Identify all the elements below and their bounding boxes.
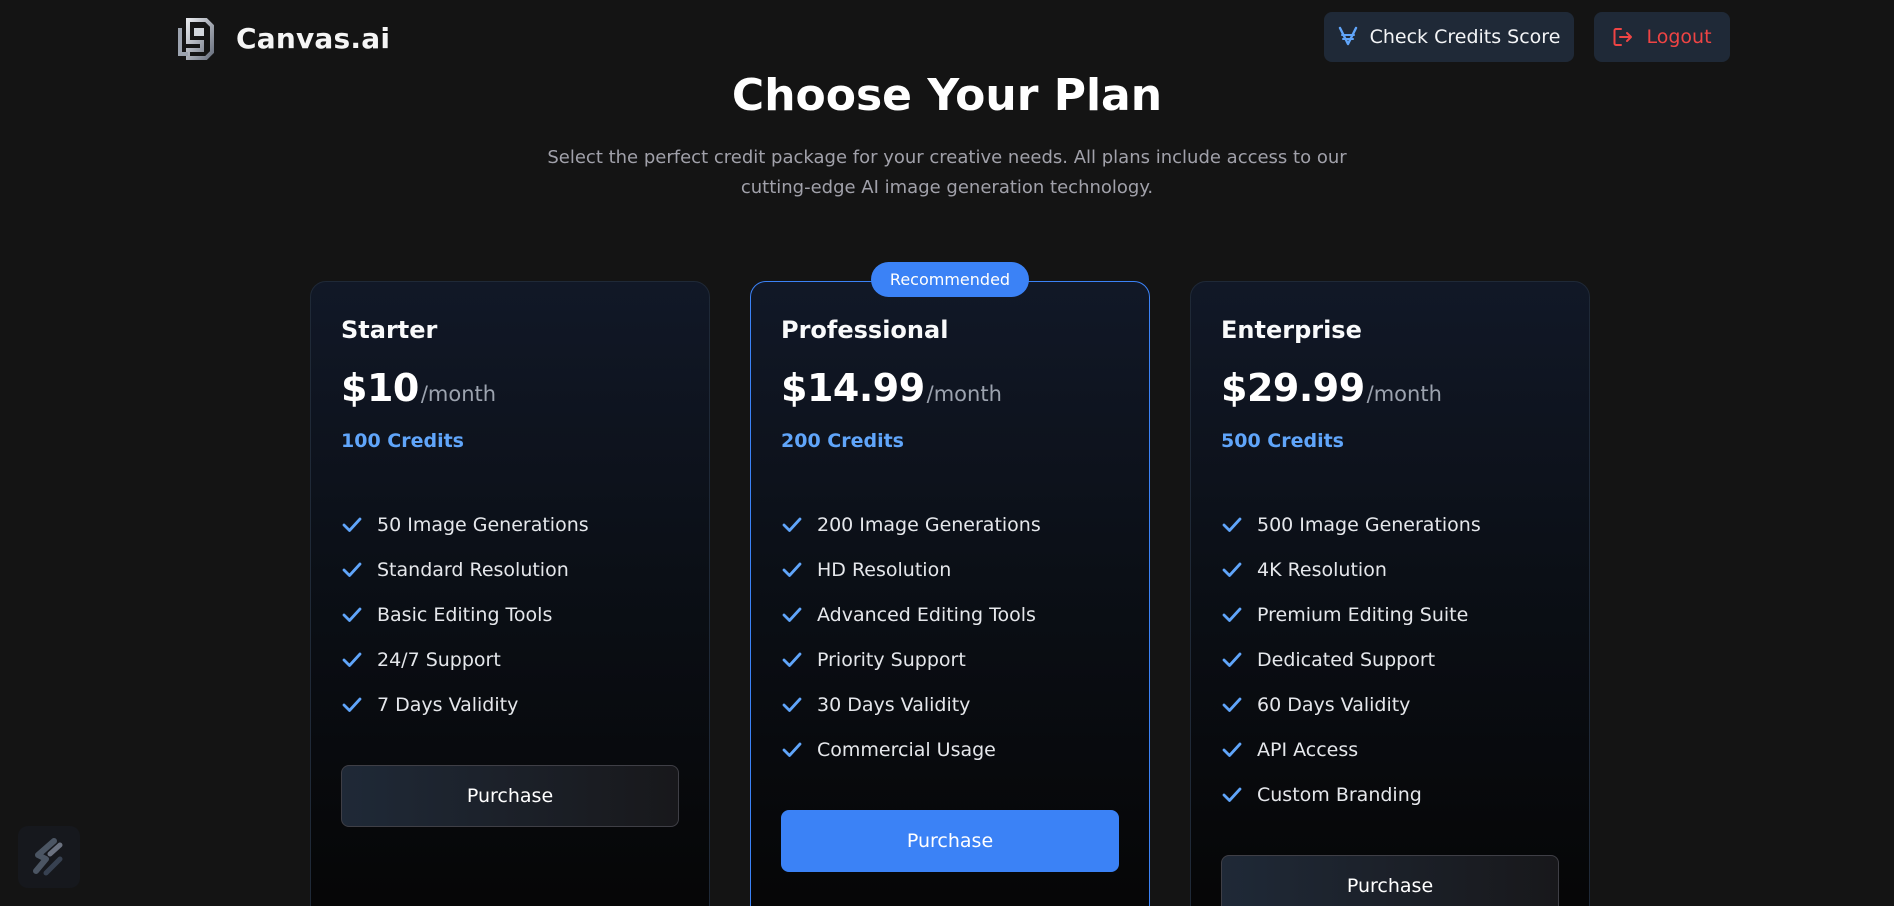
feature-item: Custom Branding [1221, 772, 1559, 817]
check-icon [1221, 559, 1243, 581]
check-credits-button[interactable]: Check Credits Score [1324, 12, 1574, 62]
plan-name: Starter [341, 316, 438, 344]
feature-item: Dedicated Support [1221, 637, 1559, 682]
feature-item: Advanced Editing Tools [781, 592, 1119, 637]
price-row: $14.99 /month [781, 366, 1119, 410]
pricing-page: Canvas.ai Check Credits Score Logout Cho… [0, 0, 1894, 906]
feature-item: 4K Resolution [1221, 547, 1559, 592]
check-icon [341, 559, 363, 581]
top-header: Canvas.ai Check Credits Score Logout [0, 0, 1894, 76]
feature-label: 30 Days Validity [817, 693, 971, 716]
logout-button[interactable]: Logout [1594, 12, 1730, 62]
brand[interactable]: Canvas.ai [174, 14, 390, 62]
feature-item: Premium Editing Suite [1221, 592, 1559, 637]
plan-name: Enterprise [1221, 316, 1362, 344]
check-icon [341, 514, 363, 536]
feature-item: 7 Days Validity [341, 682, 679, 727]
check-icon [1221, 514, 1243, 536]
feature-item: Standard Resolution [341, 547, 679, 592]
logout-icon [1612, 26, 1634, 48]
page-title: Choose Your Plan [731, 70, 1163, 121]
brand-name: Canvas.ai [236, 21, 391, 55]
feature-item: Commercial Usage [781, 727, 1119, 772]
check-icon [781, 559, 803, 581]
plan-price: $29.99 [1221, 366, 1365, 410]
price-row: $29.99 /month [1221, 366, 1559, 410]
feature-item: 500 Image Generations [1221, 502, 1559, 547]
plan-name: Professional [781, 316, 949, 344]
feature-item: API Access [1221, 727, 1559, 772]
feature-label: Basic Editing Tools [377, 603, 553, 626]
logout-label: Logout [1646, 26, 1712, 48]
feature-label: Commercial Usage [817, 738, 996, 761]
plan-period: /month [420, 382, 497, 406]
plan-credits: 100 Credits [341, 430, 464, 452]
feature-label: 50 Image Generations [377, 513, 589, 536]
check-icon [1221, 649, 1243, 671]
feature-item: 60 Days Validity [1221, 682, 1559, 727]
slash-logo-icon[interactable] [18, 826, 80, 888]
purchase-button-enterprise[interactable]: Purchase [1221, 855, 1559, 906]
feature-label: Advanced Editing Tools [817, 603, 1036, 626]
plan-credits: 500 Credits [1221, 430, 1344, 452]
check-icon [781, 739, 803, 761]
feature-label: 24/7 Support [377, 648, 501, 671]
feature-label: Custom Branding [1257, 783, 1422, 806]
check-icon [781, 514, 803, 536]
check-credits-label: Check Credits Score [1369, 26, 1561, 48]
feature-item: 200 Image Generations [781, 502, 1119, 547]
feature-list: 200 Image Generations HD Resolution Adva… [781, 502, 1119, 772]
page-subtitle: Select the perfect credit package for yo… [547, 147, 1347, 198]
plan-period: /month [1366, 382, 1442, 406]
check-icon [781, 649, 803, 671]
plan-credits: 200 Credits [781, 430, 904, 452]
feature-label: Dedicated Support [1257, 648, 1436, 671]
plan-price: $10 [341, 366, 419, 410]
check-icon [1221, 604, 1243, 626]
check-icon [341, 604, 363, 626]
plan-price: $14.99 [781, 366, 925, 410]
check-icon [1221, 739, 1243, 761]
feature-list: 50 Image Generations Standard Resolution… [341, 502, 679, 727]
plan-card-enterprise: Enterprise $29.99 /month 500 Credits 500… [1190, 281, 1590, 906]
check-icon [781, 604, 803, 626]
check-icon [1221, 784, 1243, 806]
feature-item: 50 Image Generations [341, 502, 679, 547]
feature-label: 500 Image Generations [1257, 513, 1481, 536]
purchase-button-professional[interactable]: Purchase [781, 810, 1119, 872]
plan-card-professional: Professional $14.99 /month 200 Credits 2… [750, 281, 1150, 906]
purchase-button-starter[interactable]: Purchase [341, 765, 679, 827]
feature-item: HD Resolution [781, 547, 1119, 592]
feature-item: Basic Editing Tools [341, 592, 679, 637]
feature-label: Premium Editing Suite [1257, 603, 1469, 626]
check-icon [341, 649, 363, 671]
plan-period: /month [926, 382, 1002, 406]
check-icon [1221, 694, 1243, 716]
feature-list: 500 Image Generations 4K Resolution Prem… [1221, 502, 1559, 817]
feature-label: 4K Resolution [1257, 558, 1387, 581]
feature-label: Standard Resolution [377, 558, 569, 581]
v-currency-icon [1338, 26, 1358, 48]
feature-label: 60 Days Validity [1257, 693, 1411, 716]
feature-label: Priority Support [817, 648, 966, 671]
price-row: $10 /month [341, 366, 679, 410]
plan-card-starter: Starter $10 /month 100 Credits 50 Image … [310, 281, 710, 906]
feature-item: 24/7 Support [341, 637, 679, 682]
check-icon [341, 694, 363, 716]
canvas-logo-icon [174, 14, 222, 62]
feature-label: API Access [1257, 738, 1359, 761]
check-icon [781, 694, 803, 716]
feature-item: 30 Days Validity [781, 682, 1119, 727]
feature-item: Priority Support [781, 637, 1119, 682]
recommended-badge: Recommended [871, 262, 1029, 297]
feature-label: 7 Days Validity [377, 693, 519, 716]
feature-label: 200 Image Generations [817, 513, 1041, 536]
feature-label: HD Resolution [817, 558, 952, 581]
